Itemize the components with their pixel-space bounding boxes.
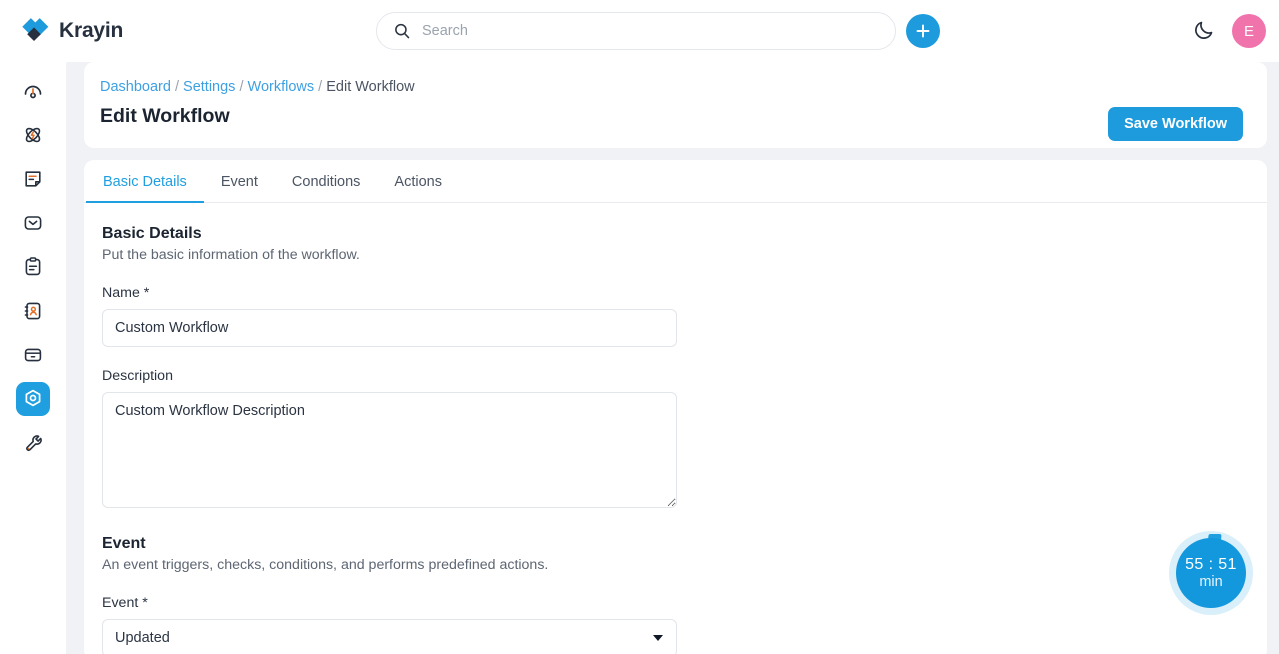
brand-logo-group[interactable]: Krayin: [20, 17, 123, 45]
sidebar: [0, 62, 66, 654]
atom-icon: [25, 127, 41, 143]
sidebar-item-contacts[interactable]: [16, 294, 50, 328]
tab-actions[interactable]: Actions: [377, 174, 459, 202]
event-select-wrapper[interactable]: [102, 619, 677, 654]
breadcrumb-link-workflows[interactable]: Workflows: [248, 79, 315, 95]
breadcrumb-separator: /: [174, 79, 179, 95]
page-header-card: Dashboard / Settings / Workflows / Edit …: [84, 62, 1267, 148]
event-subheading: An event triggers, checks, conditions, a…: [102, 557, 549, 573]
wrench-icon: [26, 435, 42, 451]
avatar-initial: E: [1243, 22, 1254, 40]
event-heading: Event: [102, 535, 146, 552]
brand-name: Krayin: [59, 19, 124, 42]
dark-mode-toggle[interactable]: [1191, 18, 1217, 44]
event-label: Event *: [102, 595, 148, 611]
breadcrumb-link-dashboard[interactable]: Dashboard: [100, 79, 171, 95]
add-new-button[interactable]: [906, 14, 940, 48]
tab-bar: Basic Details Event Conditions Actions: [84, 160, 1267, 203]
page-content: Dashboard / Settings / Workflows / Edit …: [66, 50, 1279, 654]
breadcrumb-current: Edit Workflow: [326, 79, 415, 95]
search-input[interactable]: [420, 22, 881, 40]
search-icon: [395, 23, 410, 39]
timer-time: 55 : 51: [1185, 556, 1237, 573]
sidebar-item-activities[interactable]: [16, 250, 50, 284]
basic-details-subheading: Put the basic information of the workflo…: [102, 247, 360, 263]
name-input[interactable]: [102, 309, 677, 347]
description-label: Description: [102, 368, 173, 384]
krayin-diamond-logo-icon: [22, 18, 49, 41]
document-fold-icon: [25, 171, 41, 187]
timer-unit: min: [1199, 574, 1223, 590]
sidebar-item-products[interactable]: [16, 338, 50, 372]
sidebar-item-mail[interactable]: [16, 206, 50, 240]
tab-basic-details[interactable]: Basic Details: [86, 174, 204, 203]
plus-icon: [916, 24, 930, 38]
envelope-icon: [24, 216, 42, 230]
gauge-icon: [24, 85, 42, 99]
basic-details-form: Basic Details Put the basic information …: [84, 203, 1267, 654]
breadcrumb-link-settings[interactable]: Settings: [183, 79, 235, 95]
page-title: Edit Workflow: [100, 105, 230, 127]
breadcrumb-separator: /: [239, 79, 244, 95]
settings-hexagon-icon: [25, 389, 41, 407]
top-bar: Krayin E: [0, 0, 1279, 62]
session-timer[interactable]: 55 : 51 min: [1169, 531, 1253, 615]
save-workflow-button[interactable]: Save Workflow: [1108, 107, 1243, 141]
basic-details-heading: Basic Details: [102, 225, 202, 242]
avatar[interactable]: E: [1232, 14, 1266, 48]
sidebar-item-configuration[interactable]: [16, 426, 50, 460]
name-label: Name *: [102, 285, 150, 301]
sidebar-item-settings[interactable]: [16, 382, 50, 416]
description-textarea[interactable]: Custom Workflow Description: [102, 392, 677, 508]
sidebar-item-leads[interactable]: [16, 118, 50, 152]
timer-dial[interactable]: 55 : 51 min: [1176, 538, 1246, 608]
sidebar-item-dashboard[interactable]: [16, 74, 50, 108]
breadcrumb-separator: /: [318, 79, 323, 95]
tab-event[interactable]: Event: [204, 174, 275, 202]
box-icon: [24, 348, 42, 362]
address-book-icon: [24, 302, 41, 320]
moon-icon: [1195, 21, 1213, 39]
tab-conditions[interactable]: Conditions: [275, 174, 378, 202]
workflow-form-card: Basic Details Event Conditions Actions B…: [84, 160, 1267, 654]
sidebar-item-quotes[interactable]: [16, 162, 50, 196]
event-select[interactable]: [102, 619, 677, 654]
breadcrumb: Dashboard / Settings / Workflows / Edit …: [100, 78, 1249, 96]
clipboard-icon: [25, 257, 41, 276]
search-bar[interactable]: [376, 12, 896, 50]
